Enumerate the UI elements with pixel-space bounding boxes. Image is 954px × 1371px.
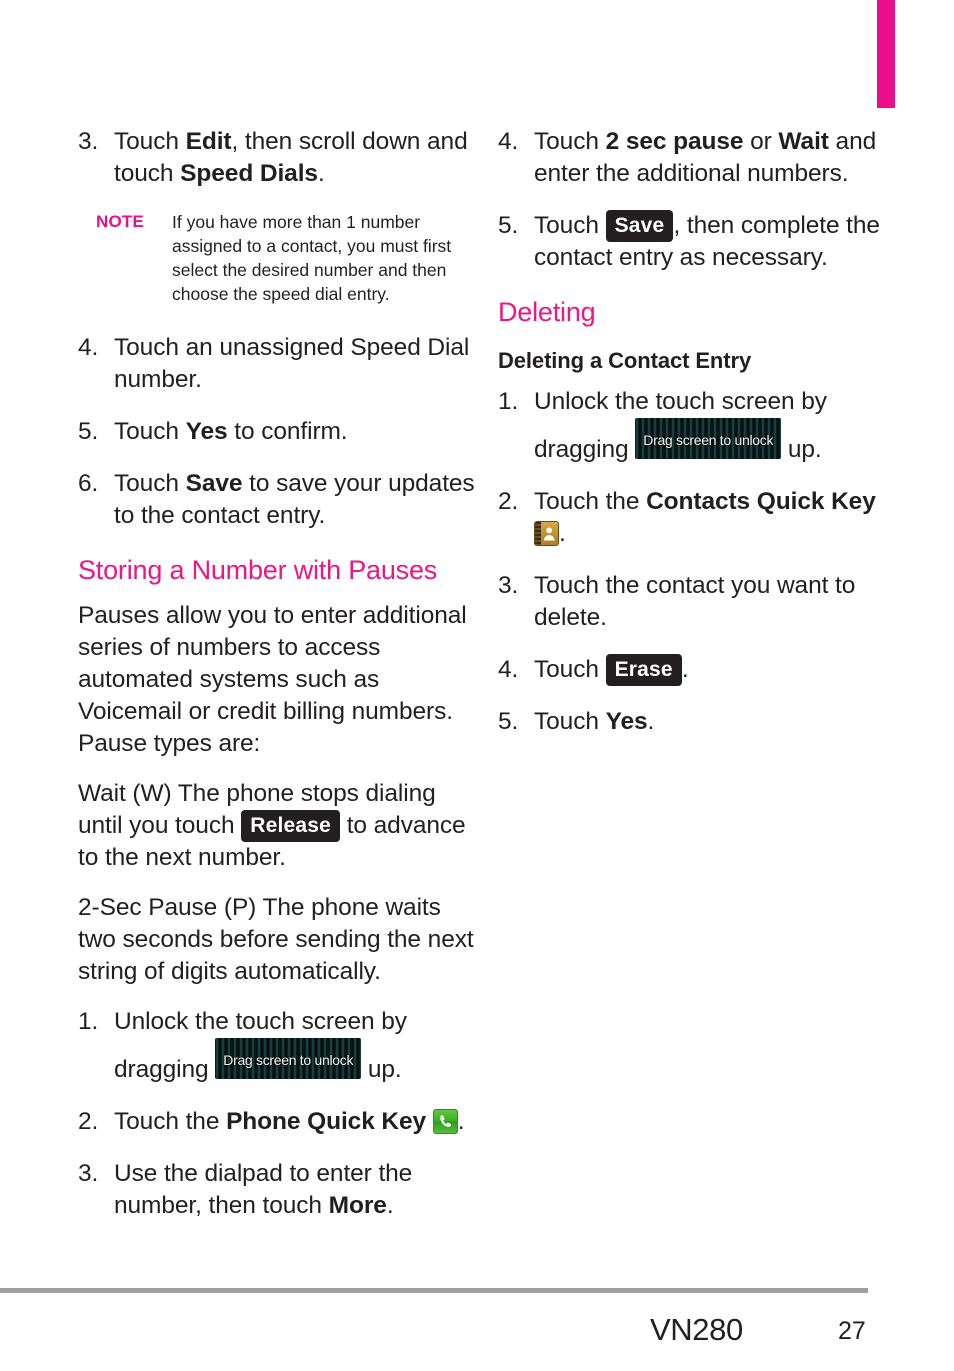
step-number: 2. (498, 488, 519, 515)
list-item: 4. Touch Erase. (498, 654, 898, 686)
step-emphasis-contacts-quick-key: Contacts Quick Key (646, 488, 876, 515)
wait-pause-paragraph: Wait (W) The phone stops dialing until y… (78, 778, 478, 874)
step-text: Touch an unassigned Speed Dial number. (114, 334, 470, 393)
step-text-pre: Touch the (114, 1108, 227, 1135)
step-text-post: . (386, 1192, 394, 1219)
step-emphasis-save: Save (185, 470, 243, 497)
list-item: 6. Touch Save to save your updates to the… (78, 468, 478, 532)
step-text-post: . (559, 520, 566, 547)
step-emphasis-yes: Yes (605, 708, 648, 735)
step-text-mid: or (743, 128, 779, 155)
right-column: 4. Touch 2 sec pause or Wait and enter th… (498, 126, 898, 758)
list-item: 3. Touch Edit, then scroll down and touch… (78, 126, 478, 190)
list-item: 4. Touch 2 sec pause or Wait and enter th… (498, 126, 898, 190)
step-text-post: to confirm. (227, 418, 348, 445)
footer-divider (0, 1288, 868, 1293)
drag-screen-to-unlock-bar[interactable]: Drag screen to unlock (635, 418, 782, 459)
step-text-post: up. (361, 1056, 402, 1083)
footer-model-name: VN280 (650, 1312, 743, 1347)
footer-page-number: 27 (838, 1317, 866, 1345)
contacts-book-spine (535, 522, 541, 545)
step-number: 4. (498, 128, 519, 155)
step-number: 1. (498, 388, 519, 415)
step-emphasis-phone-quick-key: Phone Quick Key (226, 1108, 427, 1135)
list-item: 5. Touch Yes. (498, 706, 898, 738)
deleting-step-list: 1. Unlock the touch screen by dragging Dr… (498, 386, 898, 738)
step-text: Touch the contact you want to delete. (534, 572, 856, 631)
step-emphasis-speed-dials: Speed Dials (180, 160, 318, 187)
phone-quick-key-icon[interactable] (432, 1109, 458, 1134)
step-text-post: . (457, 1108, 465, 1135)
step-emphasis-edit: Edit (185, 128, 232, 155)
contacts-quick-key-icon[interactable] (534, 521, 559, 546)
pauses-step-list: 1. Unlock the touch screen by dragging Dr… (78, 1006, 478, 1222)
step-text-post: . (647, 708, 655, 735)
note-block: NOTE If you have more than 1 number assi… (78, 210, 478, 306)
step-number: 6. (78, 470, 99, 497)
two-sec-pause-paragraph: 2-Sec Pause (P) The phone waits two seco… (78, 894, 474, 985)
list-item: 5. Touch Save, then complete the contact … (498, 210, 898, 274)
list-item: 3. Touch the contact you want to delete. (498, 570, 898, 634)
step-text-pre: Touch (534, 212, 606, 239)
step-emphasis-wait: Wait (778, 128, 829, 155)
list-item: 2. Touch the Phone Quick Key . (78, 1106, 478, 1138)
step-text-pre: Touch (114, 418, 186, 445)
step-text-post: . (317, 160, 325, 187)
step-text-pre: Touch (534, 656, 606, 683)
step-text-pre: Touch the (534, 488, 647, 515)
step-number: 4. (78, 334, 99, 361)
step-text-post: up. (781, 436, 822, 463)
step-emphasis-more: More (328, 1192, 387, 1219)
list-item: 1. Unlock the touch screen by dragging Dr… (78, 1006, 478, 1086)
pauses-step-list-continued: 4. Touch 2 sec pause or Wait and enter th… (498, 126, 898, 274)
unlock-bar-label: Drag screen to unlock (643, 432, 774, 448)
manual-page: 3. Touch Edit, then scroll down and touch… (0, 0, 954, 1371)
step-number: 4. (498, 656, 519, 683)
pauses-intro-paragraph: Pauses allow you to enter additional ser… (78, 602, 467, 757)
unlock-bar-label: Drag screen to unlock (223, 1052, 354, 1068)
save-key[interactable]: Save (605, 210, 674, 242)
step-text-pre: Touch (114, 128, 186, 155)
erase-key[interactable]: Erase (605, 654, 682, 686)
step-text-pre: Touch (114, 470, 186, 497)
step-number: 1. (78, 1008, 99, 1035)
release-key[interactable]: Release (241, 810, 340, 842)
step-text-pre: Touch (534, 708, 606, 735)
step-number: 2. (78, 1108, 99, 1135)
step-emphasis-yes: Yes (185, 418, 228, 445)
section-heading-deleting: Deleting (498, 297, 596, 327)
step-number: 5. (498, 708, 519, 735)
list-item: 4. Touch an unassigned Speed Dial number. (78, 332, 478, 396)
subsection-heading-deleting-contact-entry: Deleting a Contact Entry (498, 348, 752, 373)
note-text: If you have more than 1 number assigned … (172, 212, 452, 304)
step-number: 3. (78, 128, 99, 155)
list-item: 2. Touch the Contacts Quick Key. (498, 486, 898, 550)
list-item: 1. Unlock the touch screen by dragging Dr… (498, 386, 898, 466)
list-item: 5. Touch Yes to confirm. (78, 416, 478, 448)
step-number: 5. (78, 418, 99, 445)
note-label: NOTE (96, 212, 145, 231)
section-tab-marker (877, 0, 895, 108)
step-text-pre: Touch (534, 128, 606, 155)
step-number: 5. (498, 212, 519, 239)
step-number: 3. (498, 572, 519, 599)
left-column: 3. Touch Edit, then scroll down and touch… (78, 126, 478, 1242)
page-footer: VN280 27 (0, 1305, 954, 1371)
section-heading-storing-number: Storing a Number with Pauses (78, 555, 438, 585)
speed-dial-step-list: 3. Touch Edit, then scroll down and touch… (78, 126, 478, 190)
speed-dial-step-list-continued: 4. Touch an unassigned Speed Dial number.… (78, 332, 478, 532)
drag-screen-to-unlock-bar[interactable]: Drag screen to unlock (215, 1038, 362, 1079)
step-emphasis-2-sec-pause: 2 sec pause (605, 128, 744, 155)
step-text-post: . (681, 656, 689, 683)
list-item: 3. Use the dialpad to enter the number, t… (78, 1158, 478, 1222)
step-number: 3. (78, 1160, 99, 1187)
